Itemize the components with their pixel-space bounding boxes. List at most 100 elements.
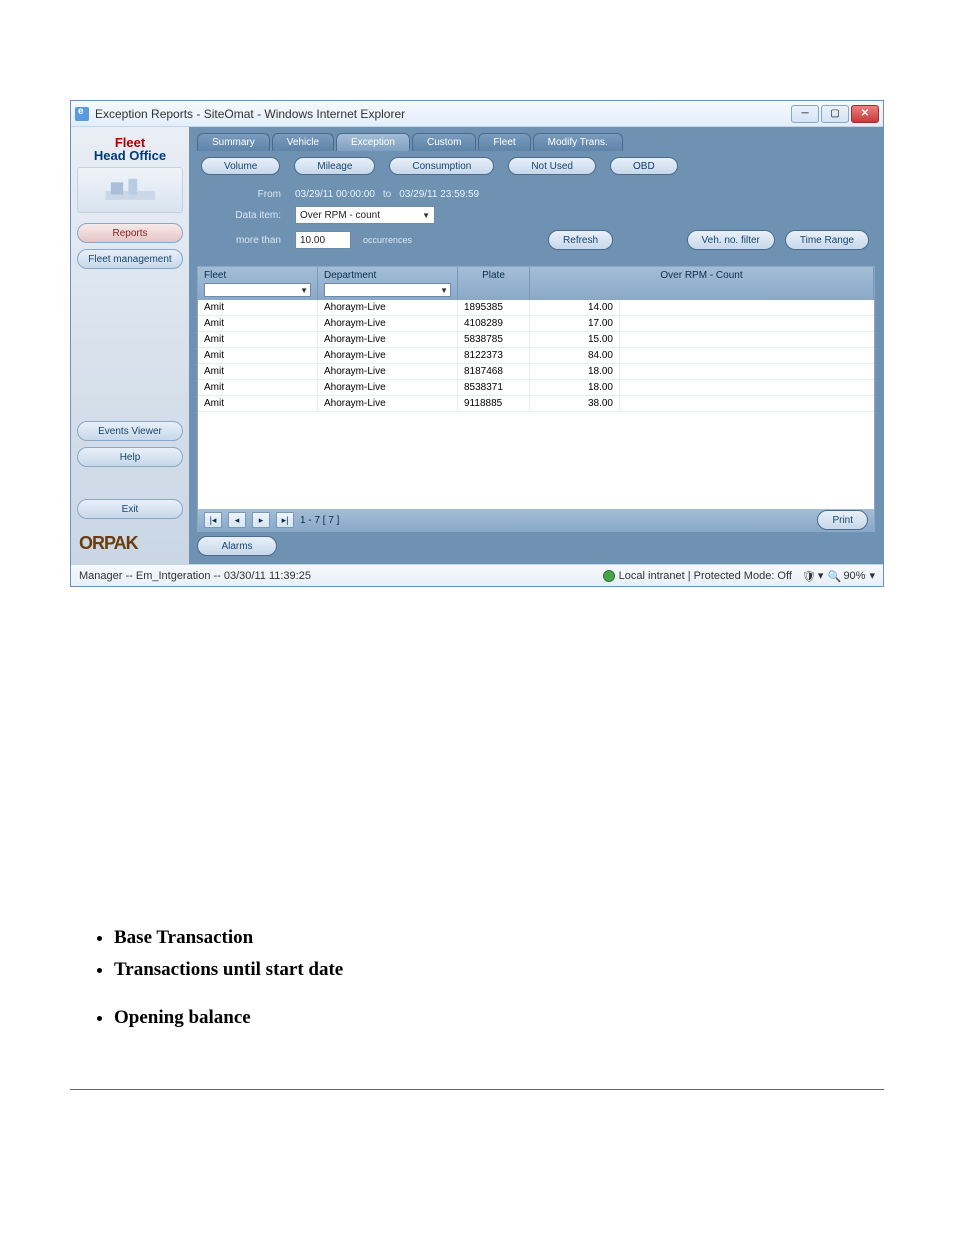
table-row[interactable]: AmitAhoraym-Live818746818.00 bbox=[198, 364, 874, 380]
time-range-button[interactable]: Time Range bbox=[785, 230, 869, 250]
doc-bullets: Base Transaction Transactions until star… bbox=[90, 927, 954, 1029]
table-row[interactable]: AmitAhoraym-Live911888538.00 bbox=[198, 396, 874, 412]
sub-tabs: Volume Mileage Consumption Not Used OBD bbox=[197, 151, 875, 179]
cell-fleet: Amit bbox=[198, 332, 318, 347]
data-item-label: Data item: bbox=[203, 210, 287, 221]
to-value: 03/29/11 23:59:59 bbox=[399, 189, 479, 200]
minimize-button[interactable]: ─ bbox=[791, 105, 819, 123]
zoom-value: 90% bbox=[843, 570, 865, 582]
cell-department: Ahoraym-Live bbox=[318, 364, 458, 379]
table-row[interactable]: AmitAhoraym-Live189538514.00 bbox=[198, 300, 874, 316]
pager-next[interactable]: ▸ bbox=[252, 512, 270, 528]
chevron-down-icon: ▼ bbox=[422, 211, 430, 220]
sidebar: Fleet Head Office Reports Fleet manageme… bbox=[71, 127, 189, 564]
tab-summary[interactable]: Summary bbox=[197, 133, 270, 151]
chevron-down-icon: ▾ bbox=[818, 569, 824, 582]
subtab-mileage[interactable]: Mileage bbox=[294, 157, 375, 175]
cell-department: Ahoraym-Live bbox=[318, 348, 458, 363]
cell-value: 17.00 bbox=[530, 316, 620, 331]
protected-mode: Local intranet | Protected Mode: Off bbox=[603, 570, 792, 582]
cell-plate: 8187468 bbox=[458, 364, 530, 379]
pager-last[interactable]: ▸| bbox=[276, 512, 294, 528]
cell-plate: 4108289 bbox=[458, 316, 530, 331]
cell-fleet: Amit bbox=[198, 300, 318, 315]
table-row[interactable]: AmitAhoraym-Live583878515.00 bbox=[198, 332, 874, 348]
sidebar-item-reports[interactable]: Reports bbox=[77, 223, 183, 243]
cell-department: Ahoraym-Live bbox=[318, 380, 458, 395]
sidebar-item-exit[interactable]: Exit bbox=[77, 499, 183, 519]
more-than-label: more than bbox=[203, 235, 287, 246]
data-item-select[interactable]: Over RPM - count ▼ bbox=[295, 206, 435, 224]
tab-exception[interactable]: Exception bbox=[336, 133, 410, 151]
close-button[interactable]: ✕ bbox=[851, 105, 879, 123]
cell-department: Ahoraym-Live bbox=[318, 396, 458, 411]
col-department: Department bbox=[324, 270, 451, 281]
maximize-button[interactable]: ▢ bbox=[821, 105, 849, 123]
cell-fleet: Amit bbox=[198, 396, 318, 411]
cell-value: 18.00 bbox=[530, 364, 620, 379]
brand-line2: Head Office bbox=[77, 148, 183, 163]
alarms-button[interactable]: Alarms bbox=[197, 536, 277, 556]
cell-value: 15.00 bbox=[530, 332, 620, 347]
app-window: Exception Reports - SiteOmat - Windows I… bbox=[70, 100, 884, 587]
more-than-input[interactable] bbox=[295, 231, 351, 249]
brand: Fleet Head Office bbox=[77, 133, 183, 217]
subtab-consumption[interactable]: Consumption bbox=[389, 157, 494, 175]
tab-vehicle[interactable]: Vehicle bbox=[272, 133, 334, 151]
cell-fleet: Amit bbox=[198, 380, 318, 395]
bullet-item: Base Transaction bbox=[114, 927, 954, 949]
horizontal-rule bbox=[70, 1089, 884, 1090]
cell-plate: 5838785 bbox=[458, 332, 530, 347]
grid-header: Fleet ▼ Department ▼ Plate Over RPM - Co… bbox=[198, 267, 874, 300]
pager-prev[interactable]: ◂ bbox=[228, 512, 246, 528]
veh-no-filter-button[interactable]: Veh. no. filter bbox=[687, 230, 775, 250]
occurrences-label: occurrences bbox=[363, 235, 412, 245]
cell-plate: 8538371 bbox=[458, 380, 530, 395]
chevron-down-icon: ▼ bbox=[300, 286, 308, 295]
sidebar-item-fleet-management[interactable]: Fleet management bbox=[77, 249, 183, 269]
table-row[interactable]: AmitAhoraym-Live812237384.00 bbox=[198, 348, 874, 364]
chevron-down-icon: ▼ bbox=[440, 286, 448, 295]
sidebar-item-events-viewer[interactable]: Events Viewer bbox=[77, 421, 183, 441]
from-label: From bbox=[203, 189, 287, 200]
subtab-not-used[interactable]: Not Used bbox=[508, 157, 596, 175]
chevron-down-icon: ▾ bbox=[869, 569, 875, 582]
tab-modify-trans[interactable]: Modify Trans. bbox=[533, 133, 623, 151]
cell-fleet: Amit bbox=[198, 348, 318, 363]
cell-fleet: Amit bbox=[198, 364, 318, 379]
refresh-button[interactable]: Refresh bbox=[548, 230, 613, 250]
tab-custom[interactable]: Custom bbox=[412, 133, 476, 151]
cell-plate: 1895385 bbox=[458, 300, 530, 315]
cell-department: Ahoraym-Live bbox=[318, 316, 458, 331]
window-title: Exception Reports - SiteOmat - Windows I… bbox=[95, 107, 791, 121]
pager-first[interactable]: |◂ bbox=[204, 512, 222, 528]
print-button[interactable]: Print bbox=[817, 510, 868, 530]
cell-fleet: Amit bbox=[198, 316, 318, 331]
subtab-obd[interactable]: OBD bbox=[610, 157, 678, 175]
col-plate: Plate bbox=[482, 270, 505, 281]
subtab-volume[interactable]: Volume bbox=[201, 157, 280, 175]
from-value: 03/29/11 00:00:00 bbox=[295, 189, 375, 200]
table-row[interactable]: AmitAhoraym-Live853837118.00 bbox=[198, 380, 874, 396]
col-fleet: Fleet bbox=[204, 270, 311, 281]
fleet-filter-select[interactable]: ▼ bbox=[204, 283, 311, 297]
zoom-control[interactable]: 🛡 ▾ 🔍 90% ▾ bbox=[802, 569, 875, 582]
sidebar-item-help[interactable]: Help bbox=[77, 447, 183, 467]
department-filter-select[interactable]: ▼ bbox=[324, 283, 451, 297]
globe-icon bbox=[603, 570, 615, 582]
tab-fleet[interactable]: Fleet bbox=[478, 133, 530, 151]
titlebar: Exception Reports - SiteOmat - Windows I… bbox=[71, 101, 883, 127]
table-row[interactable]: AmitAhoraym-Live410828917.00 bbox=[198, 316, 874, 332]
shield-icon: 🛡 bbox=[802, 570, 814, 582]
pager: |◂ ◂ ▸ ▸| 1 - 7 [ 7 ] Print bbox=[198, 509, 874, 531]
cell-plate: 8122373 bbox=[458, 348, 530, 363]
cell-department: Ahoraym-Live bbox=[318, 300, 458, 315]
orpak-logo: ORPAK bbox=[77, 531, 183, 558]
to-label: to bbox=[383, 189, 391, 200]
cell-value: 18.00 bbox=[530, 380, 620, 395]
bullet-item: Transactions until start date bbox=[114, 959, 954, 981]
filter-bar: From 03/29/11 00:00:00 to 03/29/11 23:59… bbox=[197, 179, 875, 260]
grid-body: AmitAhoraym-Live189538514.00AmitAhoraym-… bbox=[198, 300, 874, 509]
report-tabs: Summary Vehicle Exception Custom Fleet M… bbox=[197, 133, 875, 151]
magnifier-icon: 🔍 bbox=[827, 570, 839, 582]
